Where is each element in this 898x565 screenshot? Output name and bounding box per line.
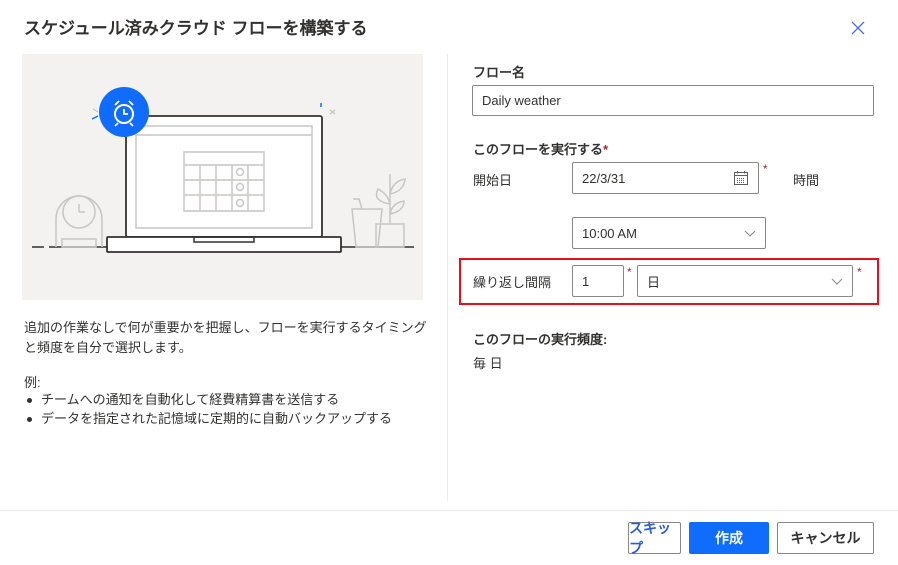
- frequency-value: 毎 日: [473, 356, 503, 371]
- flow-name-input[interactable]: Daily weather: [472, 85, 874, 116]
- laptop-icon: [106, 115, 342, 253]
- flow-name-label: フロー名: [473, 65, 526, 80]
- desk-clock-icon: [55, 195, 103, 248]
- example-item: チームへの通知を自動化して経費精算書を送信する: [24, 390, 392, 409]
- start-date-label: 開始日: [473, 173, 513, 188]
- skip-button[interactable]: スキップ: [628, 520, 681, 556]
- chevron-down-icon: [831, 278, 843, 285]
- repeat-count-value: 1: [582, 273, 590, 289]
- start-date-picker[interactable]: 22/3/31: [572, 162, 759, 194]
- examples-list: チームへの通知を自動化して経費精算書を送信する データを指定された記憶域に定期的…: [24, 390, 392, 428]
- time-value: 10:00 AM: [582, 225, 637, 241]
- cancel-button[interactable]: キャンセル: [777, 522, 874, 554]
- frequency-label: このフローの実行頻度:: [473, 332, 608, 347]
- time-label: 時間: [793, 173, 820, 188]
- flow-name-value: Daily weather: [482, 93, 561, 108]
- calendar-icon[interactable]: [733, 170, 749, 186]
- footer-divider: [0, 510, 898, 511]
- run-flow-label: このフローを実行する*: [473, 142, 609, 157]
- alarm-clock-icon: [91, 87, 149, 137]
- vertical-divider: [447, 54, 448, 501]
- repeat-unit-dropdown[interactable]: 日: [637, 265, 853, 297]
- example-item: データを指定された記憶域に定期的に自動バックアップする: [24, 409, 392, 428]
- required-mark: *: [627, 265, 632, 279]
- time-dropdown[interactable]: 10:00 AM: [572, 217, 766, 249]
- examples-label: 例:: [24, 375, 41, 390]
- illustration: [22, 54, 423, 300]
- create-button[interactable]: 作成: [689, 522, 769, 554]
- required-mark: *: [857, 265, 862, 279]
- repeat-interval-label: 繰り返し間隔: [473, 275, 552, 290]
- required-mark: *: [763, 162, 768, 176]
- close-button[interactable]: [848, 18, 868, 38]
- dialog-title: スケジュール済みクラウド フローを構築する: [24, 19, 368, 38]
- required-mark: *: [603, 142, 609, 157]
- repeat-unit-value: 日: [647, 274, 661, 290]
- start-date-value: 22/3/31: [582, 170, 626, 186]
- chevron-down-icon: [744, 230, 756, 237]
- repeat-count-input[interactable]: 1: [572, 265, 624, 297]
- plant-icon: [351, 174, 406, 248]
- close-icon: [851, 21, 865, 35]
- description-text: 追加の作業なしで何が重要かを把握し、フローを実行するタイミングと頻度を自分で選択…: [24, 320, 427, 355]
